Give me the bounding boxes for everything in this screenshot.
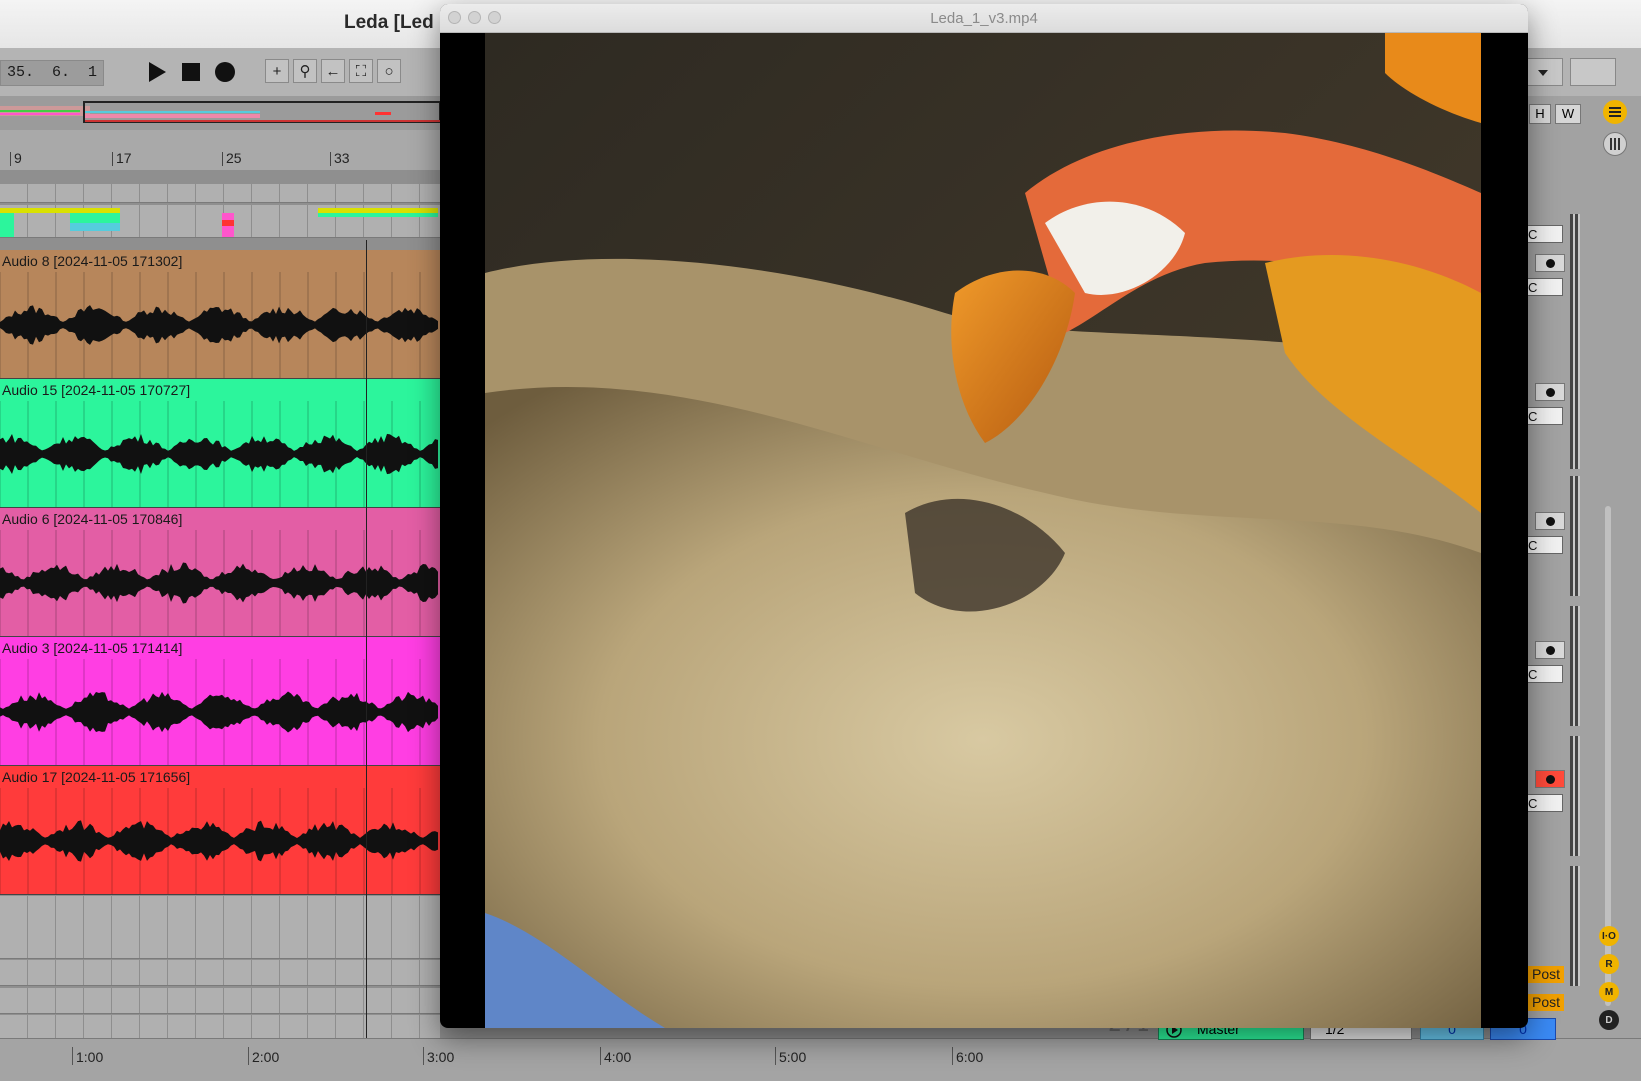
waveform <box>0 401 440 507</box>
window-title: Leda [Led <box>344 12 434 33</box>
input-channel-box[interactable]: C <box>1525 794 1563 812</box>
clip-name: Audio 17 [2024-11-05 171656] <box>2 769 191 785</box>
record-button[interactable] <box>212 58 238 86</box>
post-button[interactable]: Post <box>1528 966 1564 983</box>
waveform <box>0 530 440 636</box>
time-ruler[interactable]: 1:00 2:00 3:00 4:00 5:00 6:00 <box>0 1038 1641 1081</box>
playhead-line <box>366 240 367 1040</box>
video-title-bar[interactable]: Leda_1_v3.mp4 <box>440 4 1528 33</box>
arrangement-position-field[interactable]: 35. 6. 1 <box>0 60 105 86</box>
time-label: 2:00 <box>248 1047 279 1065</box>
session-mixer-strip: H W C C C C C C I·O R M D Post Post <box>1525 96 1641 1038</box>
arm-button[interactable] <box>1535 383 1565 401</box>
w-button[interactable]: W <box>1555 104 1581 124</box>
empty-lane[interactable] <box>0 184 440 203</box>
track-meter <box>1570 606 1580 726</box>
audio-clip[interactable]: Audio 17 [2024-11-05 171656] <box>0 766 440 895</box>
return-lane[interactable] <box>0 988 440 1014</box>
ruler-bar-label: 17 <box>112 151 132 166</box>
link-icon[interactable]: ⚲ <box>293 59 317 83</box>
audio-clip[interactable]: Audio 6 [2024-11-05 170846] <box>0 508 440 637</box>
audio-clip[interactable]: Audio 15 [2024-11-05 170727] <box>0 379 440 508</box>
group-track-lane[interactable] <box>0 205 440 238</box>
track-meter <box>1570 866 1580 986</box>
stop-icon <box>182 63 200 81</box>
time-label: 5:00 <box>775 1047 806 1065</box>
return-lane[interactable] <box>0 960 440 986</box>
track-meter <box>1570 736 1580 856</box>
time-label: 4:00 <box>600 1047 631 1065</box>
io-toggle-icon[interactable]: I·O <box>1599 926 1619 946</box>
mixer-toggle-icon[interactable]: M <box>1599 982 1619 1002</box>
loop-icon[interactable]: ⛶ <box>349 59 373 83</box>
ruler-bar-label: 25 <box>222 151 242 166</box>
video-frame[interactable] <box>485 33 1481 1028</box>
arm-button-active[interactable] <box>1535 770 1565 788</box>
waveform-shape <box>0 272 438 378</box>
overview-strip <box>0 101 441 123</box>
returns-toggle-icon[interactable]: R <box>1599 954 1619 974</box>
waveform <box>0 272 440 378</box>
h-button[interactable]: H <box>1529 104 1551 124</box>
mixer-toggle-icon[interactable] <box>1603 132 1627 156</box>
time-label: 3:00 <box>423 1047 454 1065</box>
input-channel-box[interactable]: C <box>1525 536 1563 554</box>
waveform-shape <box>0 659 438 765</box>
stop-button[interactable] <box>178 58 204 86</box>
video-window[interactable]: Leda_1_v3.mp4 <box>440 4 1528 1028</box>
post-button[interactable]: Post <box>1528 994 1564 1011</box>
ruler-bar-label: 9 <box>10 151 22 166</box>
play-button[interactable] <box>144 58 170 86</box>
arrangement-overview[interactable] <box>0 96 441 131</box>
record-icon <box>215 62 235 82</box>
clip-name: Audio 8 [2024-11-05 171302] <box>2 253 183 269</box>
arrangement-track-area[interactable]: Audio 8 [2024-11-05 171302] Audio 15 [20… <box>0 170 440 1045</box>
clip-name: Audio 3 [2024-11-05 171414] <box>2 640 183 656</box>
clip-name: Audio 6 [2024-11-05 170846] <box>2 511 183 527</box>
waveform-shape <box>0 530 438 636</box>
waveform-shape <box>0 401 438 507</box>
group-clip-overview <box>0 208 438 237</box>
ruler-bar-label: 33 <box>330 151 350 166</box>
video-title: Leda_1_v3.mp4 <box>930 10 1038 27</box>
video-image <box>485 33 1481 1028</box>
dropdown-chevron-icon[interactable] <box>1525 58 1563 86</box>
input-channel-box[interactable]: C <box>1525 407 1563 425</box>
beat-ruler[interactable]: 9 17 25 33 <box>0 130 440 171</box>
audio-clip[interactable]: Audio 8 [2024-11-05 171302] <box>0 250 440 379</box>
empty-lane[interactable] <box>0 896 440 959</box>
audio-clip[interactable]: Audio 3 [2024-11-05 171414] <box>0 637 440 766</box>
input-channel-box[interactable]: C <box>1525 665 1563 683</box>
arm-button[interactable] <box>1535 512 1565 530</box>
waveform-shape <box>0 788 438 894</box>
track-meter <box>1570 476 1580 596</box>
track-meter <box>1570 214 1580 469</box>
plus-icon[interactable]: + <box>265 59 289 83</box>
input-channel-box[interactable]: C <box>1525 225 1563 243</box>
input-channel-box[interactable]: C <box>1525 278 1563 296</box>
punch-circle-icon[interactable]: ○ <box>377 59 401 83</box>
waveform <box>0 659 440 765</box>
cpu-meter <box>1570 58 1616 86</box>
time-label: 1:00 <box>72 1047 103 1065</box>
waveform <box>0 788 440 894</box>
menu-lines-icon[interactable] <box>1603 100 1627 124</box>
arm-button[interactable] <box>1535 254 1565 272</box>
time-label: 6:00 <box>952 1047 983 1065</box>
back-to-arrangement-icon[interactable]: ← <box>321 59 345 83</box>
play-icon <box>149 62 166 82</box>
arm-button[interactable] <box>1535 641 1565 659</box>
clip-name: Audio 15 [2024-11-05 170727] <box>2 382 191 398</box>
